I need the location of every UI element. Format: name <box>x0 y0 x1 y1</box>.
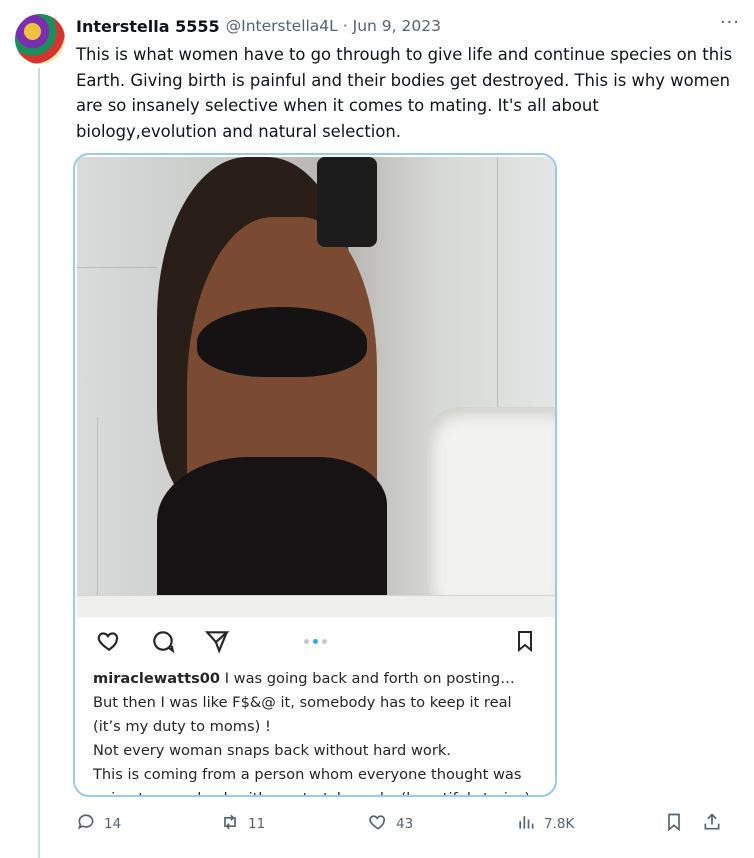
handle-text[interactable]: @Interstella4L <box>226 17 338 35</box>
avatar[interactable] <box>15 14 65 64</box>
post-photo[interactable] <box>77 157 555 617</box>
like-button[interactable]: 43 <box>368 812 413 836</box>
wall-detail <box>77 267 157 268</box>
tweet-text: This is what women have to go through to… <box>76 45 733 141</box>
bookmark-icon <box>664 812 684 836</box>
bathtub <box>427 407 555 597</box>
share-button[interactable] <box>702 812 722 836</box>
views-button[interactable]: 7.8K <box>516 812 574 836</box>
carousel-dot <box>304 639 309 644</box>
share-icon <box>702 812 722 836</box>
like-icon <box>368 812 388 836</box>
caption-line: This is coming from a person whom everyo… <box>93 766 535 795</box>
thread-line <box>38 68 40 858</box>
ig-heart-icon[interactable] <box>95 627 123 655</box>
wall-detail <box>497 157 498 417</box>
ig-username[interactable]: miraclewatts00 <box>93 670 220 687</box>
ig-bookmark-icon[interactable] <box>511 627 539 655</box>
ig-caption: miraclewatts00 I was going back and fort… <box>93 667 543 795</box>
ig-send-icon[interactable] <box>203 627 231 655</box>
phone <box>317 157 377 247</box>
display-name[interactable]: Interstella 5555 <box>76 17 220 36</box>
carousel-dots <box>304 639 327 644</box>
carousel-dot <box>322 639 327 644</box>
caption-line: But then I was like F$&@ it, somebody ha… <box>93 694 512 735</box>
like-count: 43 <box>396 816 414 832</box>
bookmark-button[interactable] <box>664 812 684 836</box>
tweet-date[interactable]: Jun 9, 2023 <box>353 17 441 35</box>
tweet-header: Interstella 5555 @Interstella4L · Jun 9,… <box>76 15 734 37</box>
more-icon[interactable]: ··· <box>720 12 740 33</box>
reply-count: 14 <box>104 816 122 832</box>
carousel-dot-active <box>313 639 318 644</box>
ig-action-bar <box>77 617 555 661</box>
ig-comment-icon[interactable] <box>149 627 177 655</box>
retweet-count: 11 <box>248 816 266 832</box>
tweet-action-bar: 14 11 43 7.8K <box>76 808 736 840</box>
caption-line: I was going back and forth on posting… <box>224 670 515 687</box>
reply-icon <box>76 812 96 836</box>
media-card[interactable]: miraclewatts00 I was going back and fort… <box>73 153 557 797</box>
views-count: 7.8K <box>544 816 575 832</box>
wall-detail <box>97 417 98 617</box>
retweet-icon <box>220 812 240 836</box>
reply-button[interactable]: 14 <box>76 812 121 836</box>
retweet-button[interactable]: 11 <box>220 812 265 836</box>
counter <box>77 595 555 617</box>
views-icon <box>516 812 536 836</box>
caption-line: Not every woman snaps back without hard … <box>93 742 451 759</box>
skirt <box>157 457 387 617</box>
top <box>197 307 367 377</box>
separator: · <box>342 17 348 35</box>
handle[interactable]: @Interstella4L · Jun 9, 2023 <box>226 17 441 35</box>
